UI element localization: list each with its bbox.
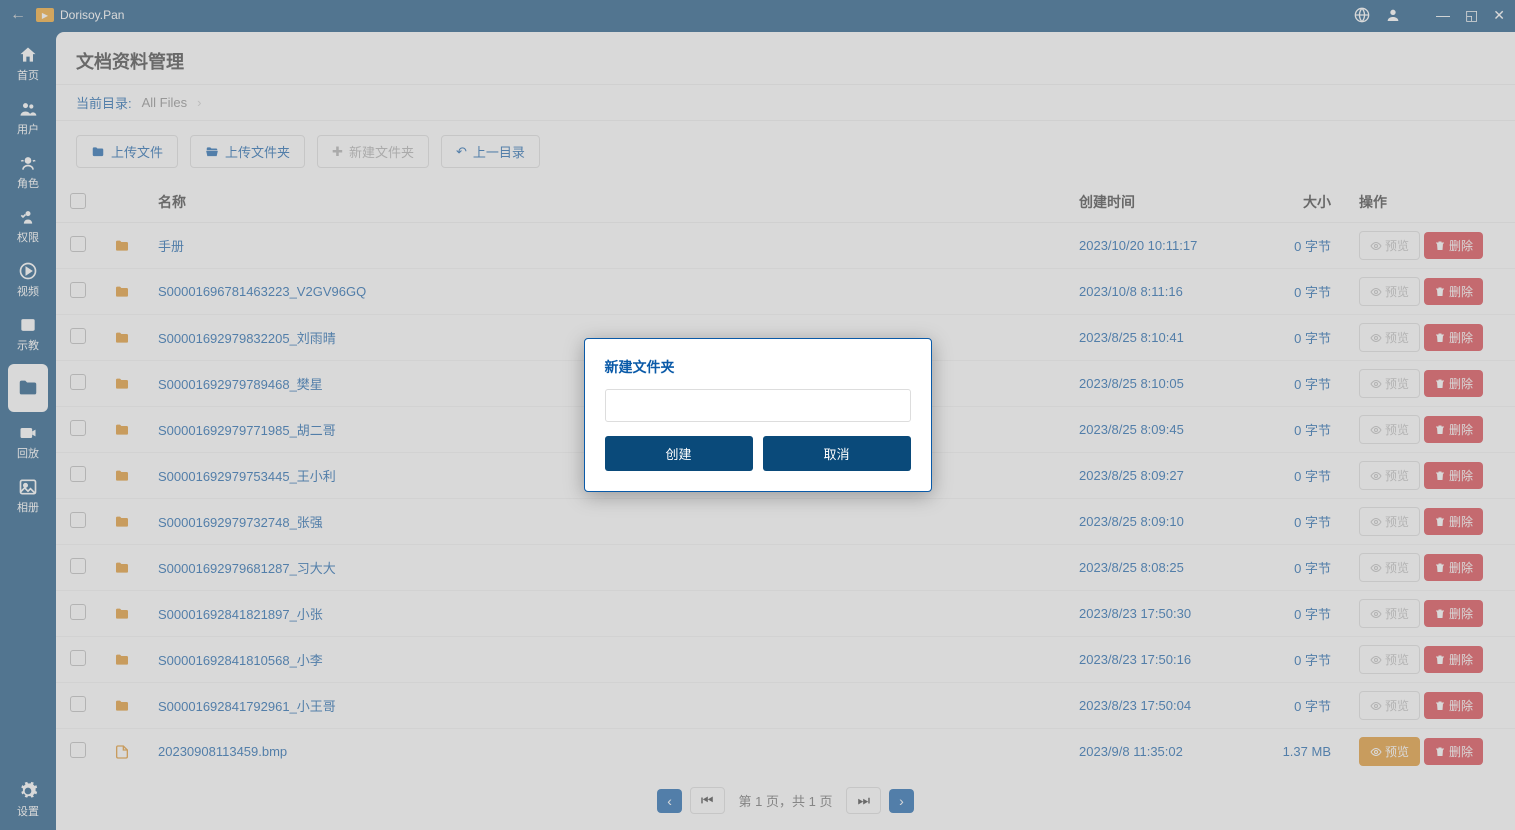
confirm-button[interactable]: 创建 xyxy=(605,436,753,471)
dialog-title: 新建文件夹 xyxy=(585,339,931,389)
folder-name-input[interactable] xyxy=(605,389,911,422)
new-folder-dialog: 新建文件夹 创建 取消 xyxy=(584,338,932,492)
modal-overlay[interactable]: 新建文件夹 创建 取消 xyxy=(0,0,1515,830)
cancel-button[interactable]: 取消 xyxy=(763,436,911,471)
